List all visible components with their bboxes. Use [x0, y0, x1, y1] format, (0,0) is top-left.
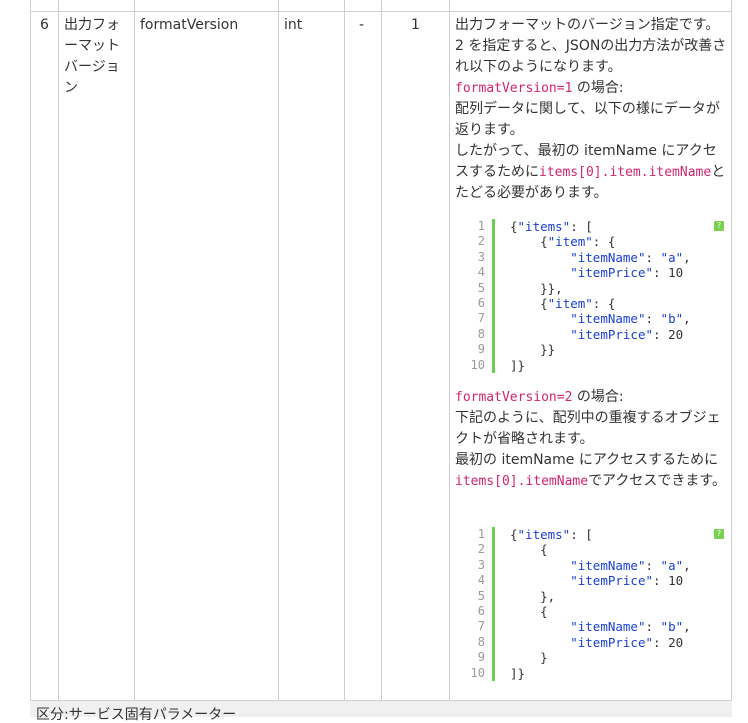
description-v2: formatVersion=2 の場合: 下記のように、配列中の重複するオブジェ… [455, 387, 727, 492]
line-number: 10 [470, 357, 485, 372]
v2-line-1: 下記のように、配列中の重複するオブジェクトが省略されます。 [455, 410, 721, 447]
v2-line-2b: でアクセスできます。 [588, 473, 726, 489]
row-type: int [284, 17, 303, 33]
v1-heading-suffix: の場合: [572, 80, 624, 96]
v1-heading-code: formatVersion=1 [455, 81, 573, 96]
code-line: }}, [510, 280, 563, 296]
line-number: 1 [477, 527, 485, 541]
row-japanese-name: 出力フォーマットバージョン [64, 17, 120, 96]
line-number: 8 [477, 326, 485, 341]
code-line: "itemName": "b", [570, 311, 691, 327]
code-block-1: ? 1 {"items": [ 2 {"item": { 3 "itemName"… [470, 219, 728, 375]
col-divider-3 [278, 0, 279, 700]
v1-heading: formatVersion=1 の場合: [455, 78, 727, 99]
v2-line-2-code: items[0].itemName [455, 474, 589, 489]
line-number: 8 [477, 634, 485, 649]
code-line: {"items": [ [510, 527, 593, 542]
v2-line-2: 最初の itemName にアクセスするために items[0].itemName… [455, 450, 727, 492]
line-number: 6 [477, 603, 485, 618]
code-line: "itemName": "a", [570, 557, 691, 573]
line-number: 9 [477, 650, 485, 665]
code-line: "itemPrice": 10 [570, 573, 684, 589]
code-line: ]} [510, 665, 526, 681]
code-line: "itemPrice": 20 [570, 326, 684, 342]
code-line: { [510, 603, 548, 619]
col-divider-5 [381, 0, 382, 700]
v1-line-1: 配列データに関して、以下の様にデータが返ります。 [455, 101, 720, 138]
line-number: 2 [477, 234, 485, 249]
code-line: } [510, 650, 548, 666]
v2-heading-code: formatVersion=2 [455, 390, 573, 405]
code-line: { [510, 542, 548, 558]
line-number: 6 [477, 295, 485, 310]
line-number: 9 [477, 342, 485, 357]
line-number: 5 [477, 588, 485, 603]
table-border-left [30, 0, 31, 700]
v1-line-2: したがって、最初の itemName にアクセスするためにitems[0].it… [455, 141, 727, 204]
line-number: 7 [477, 311, 485, 326]
line-number: 10 [470, 665, 485, 680]
v2-heading-suffix: の場合: [572, 389, 624, 405]
code-line: "itemPrice": 10 [570, 265, 684, 281]
line-number: 1 [477, 219, 485, 233]
code-block-2: ? 1 {"items": [ 2 { 3 "itemName": "a", 4 … [470, 527, 728, 683]
row-required: - [359, 17, 365, 33]
row-default: 1 [411, 17, 420, 33]
col-divider-2 [134, 0, 135, 700]
line-number: 3 [477, 249, 485, 264]
col-divider-6 [449, 0, 450, 700]
section-label: 区分:サービス固有パラメーター [36, 707, 237, 723]
section-header-row: 区分:サービス固有パラメーター [30, 700, 732, 723]
code-line: "itemName": "a", [570, 249, 691, 265]
code-line: "itemPrice": 20 [570, 634, 684, 650]
line-number: 4 [477, 265, 485, 280]
row-field-name: formatVersion [140, 17, 239, 33]
col-divider-1 [58, 0, 59, 700]
description-intro: 出力フォーマットのバージョン指定です。 2 を指定すると、JSONの出力方法が改… [455, 15, 727, 204]
line-number: 4 [477, 573, 485, 588]
line-number: 2 [477, 542, 485, 557]
v2-heading: formatVersion=2 の場合: [455, 387, 727, 408]
code-line: ]} [510, 357, 526, 373]
code-line: {"item": { [510, 234, 616, 250]
code-line: {"items": [ [510, 219, 593, 234]
line-number: 7 [477, 619, 485, 634]
code-line: }, [510, 588, 556, 604]
row-number: 6 [40, 17, 49, 33]
intro-line-1: 出力フォーマットのバージョン指定です。 [455, 17, 720, 33]
code-line: "itemName": "b", [570, 619, 691, 635]
code-line: }} [510, 342, 556, 358]
v2-line-2a: 最初の itemName にアクセスするために [455, 452, 719, 468]
table-border-right [731, 0, 732, 700]
v1-line-2-code: items[0].item.itemName [539, 165, 712, 180]
intro-line-2: 2 を指定すると、JSONの出力方法が改善され以下のようになります。 [455, 38, 727, 75]
line-number: 3 [477, 557, 485, 572]
code-line: {"item": { [510, 295, 616, 311]
row-top-border [30, 11, 732, 12]
col-divider-4 [344, 0, 345, 700]
line-number: 5 [477, 280, 485, 295]
